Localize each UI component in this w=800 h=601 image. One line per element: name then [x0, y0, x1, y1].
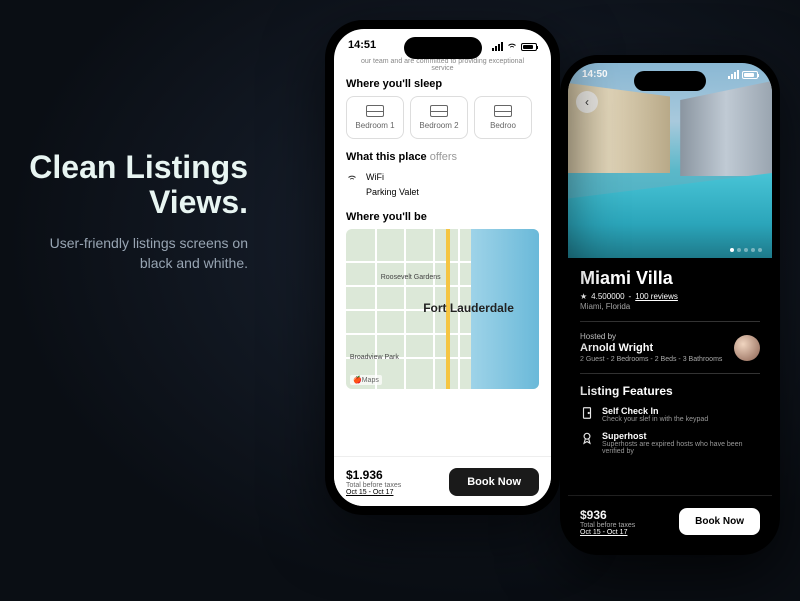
footer-bar: $1.936 Total before taxes Oct 15 - Oct 1… [334, 456, 551, 506]
status-time: 14:50 [582, 69, 608, 80]
dates[interactable]: Oct 15 - Oct 17 [580, 529, 635, 536]
avatar[interactable] [734, 335, 760, 361]
signal-icon [492, 42, 503, 51]
door-icon [580, 406, 594, 420]
bedroom-card[interactable]: Bedroo [474, 96, 532, 139]
phone-black: 14:50 ‹ Miami Villa ★ 4.500000 - 100 rev… [560, 55, 780, 555]
maps-badge: 🍎Maps [350, 375, 382, 385]
price: $936 [580, 508, 635, 522]
star-icon: ★ [580, 292, 587, 301]
wifi-icon [346, 171, 358, 183]
offers-title: What this place offers [346, 151, 539, 163]
amenity-parking: Parking Valet [346, 185, 539, 199]
badge-icon [580, 431, 594, 445]
promo-title: Clean Listings Views. [28, 150, 248, 220]
features-title: Listing Features [580, 384, 760, 398]
signal-icon [728, 70, 739, 79]
rating-row: ★ 4.500000 - 100 reviews [580, 292, 760, 301]
phone-white: 14:51 our team and are committed to prov… [325, 20, 560, 515]
bed-icon [494, 105, 512, 117]
listing-location: Miami, Florida [580, 302, 760, 311]
rating-value: 4.500000 [591, 292, 624, 301]
tax-note: Total before taxes [346, 482, 401, 489]
host-name: Arnold Wright [580, 342, 722, 354]
promo-block: Clean Listings Views. User-friendly list… [28, 150, 248, 274]
pagination-dots[interactable] [730, 248, 762, 252]
book-now-button[interactable]: Book Now [449, 468, 539, 496]
listing-title: Miami Villa [580, 268, 760, 289]
back-button[interactable]: ‹ [576, 91, 598, 113]
feature-desc: Superhosts are expired hosts who have be… [602, 441, 760, 455]
hero-image[interactable]: 14:50 ‹ [568, 63, 772, 258]
promo-subtitle: User-friendly listings screens on black … [28, 234, 248, 273]
footer-bar: $936 Total before taxes Oct 15 - Oct 17 … [568, 495, 772, 547]
feature-desc: Check your slef in with the keypad [602, 416, 708, 423]
bedroom-card[interactable]: Bedroom 2 [410, 96, 468, 139]
map-label: Roosevelt Gardens [381, 274, 441, 281]
reviews-link[interactable]: 100 reviews [635, 292, 678, 301]
notch [404, 37, 482, 59]
map-label: Broadview Park [350, 354, 399, 361]
price: $1.936 [346, 468, 401, 482]
status-time: 14:51 [348, 39, 376, 54]
feature-name: Self Check In [602, 406, 708, 416]
battery-icon [521, 43, 537, 51]
notch [634, 71, 706, 91]
sleep-title: Where you'll sleep [346, 78, 539, 90]
bed-icon [366, 105, 384, 117]
feature-name: Superhost [602, 431, 760, 441]
battery-icon [742, 71, 758, 79]
book-now-button[interactable]: Book Now [679, 508, 760, 535]
map-city: Fort Lauderdale [423, 301, 514, 315]
location-title: Where you'll be [346, 211, 539, 223]
host-label: Hosted by [580, 332, 722, 341]
host-details: 2 Guest - 2 Bedrooms - 2 Beds - 3 Bathro… [580, 356, 722, 363]
amenity-wifi: WiFi [346, 169, 539, 185]
tax-note: Total before taxes [580, 522, 635, 529]
wifi-icon [506, 39, 518, 54]
bed-icon [430, 105, 448, 117]
top-blurb: our team and are committed to providing … [334, 58, 551, 72]
bedroom-card[interactable]: Bedroom 1 [346, 96, 404, 139]
map[interactable]: Roosevelt Gardens Broadview Park Fort La… [346, 229, 539, 389]
dates[interactable]: Oct 15 - Oct 17 [346, 489, 401, 496]
